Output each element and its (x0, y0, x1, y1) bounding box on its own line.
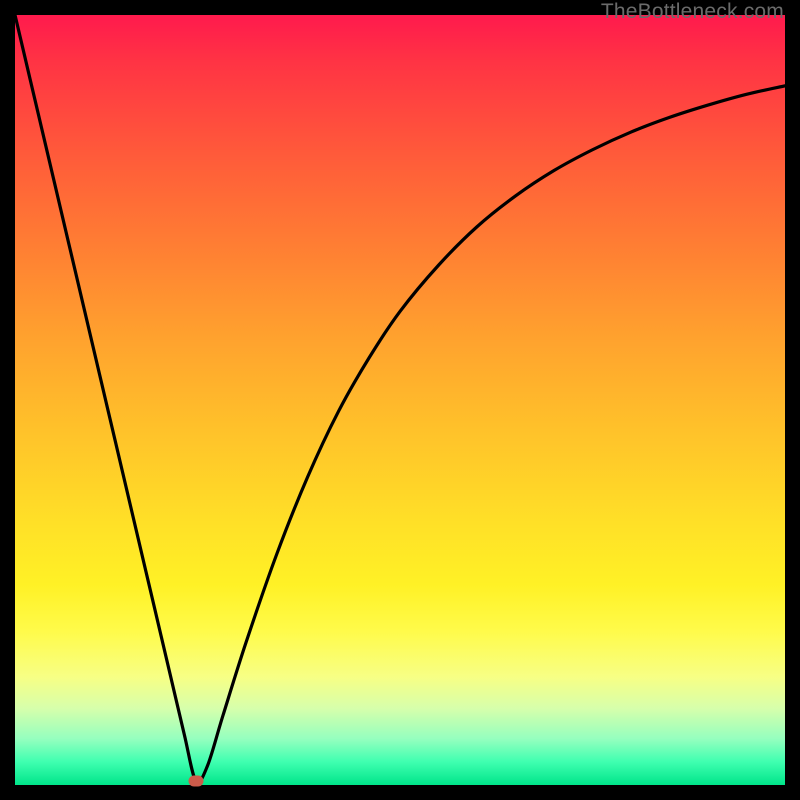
bottleneck-curve (15, 15, 785, 785)
plot-area (15, 15, 785, 785)
optimal-point-marker (188, 776, 203, 787)
chart-frame: TheBottleneck.com (0, 0, 800, 800)
watermark-text: TheBottleneck.com (601, 0, 784, 24)
